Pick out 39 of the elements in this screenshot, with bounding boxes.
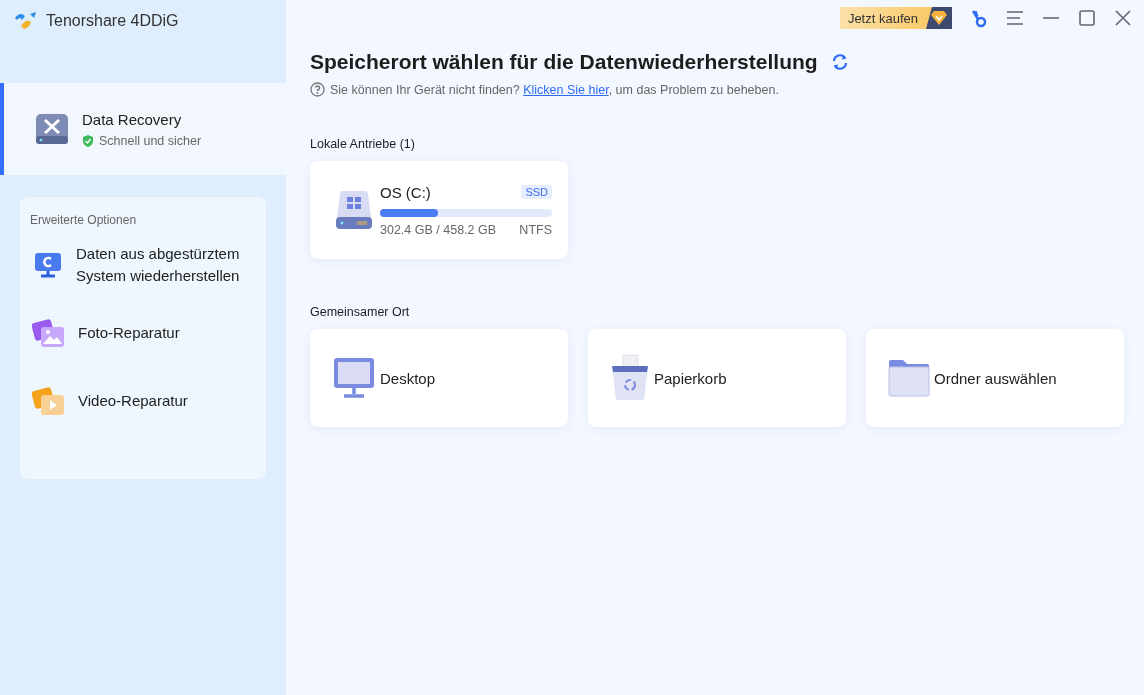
- file-system: NTFS: [519, 222, 552, 237]
- app-title: Tenorshare 4DDiG: [46, 12, 179, 30]
- monitor-icon: [332, 356, 376, 400]
- location-card[interactable]: Desktop: [310, 329, 568, 427]
- photo-icon: [32, 318, 66, 348]
- help-link[interactable]: Klicken Sie hier: [523, 82, 609, 97]
- buy-button[interactable]: Jetzt kaufen: [839, 7, 952, 29]
- drive-card[interactable]: OS (C:) SSD 302.4 GB / 458.2 GB NTFS: [310, 161, 568, 259]
- page-title: Speicherort wählen für die Datenwiederherstellung: [310, 50, 818, 74]
- menu-icon[interactable]: [1006, 10, 1024, 26]
- location-label: Papierkorb: [654, 369, 727, 387]
- close-icon[interactable]: [1114, 9, 1132, 27]
- shield-check-icon: [82, 134, 94, 147]
- location-card[interactable]: Ordner auswählen: [866, 329, 1124, 427]
- sidebar-item[interactable]: Daten aus abgestürztem System wiederherstellen: [20, 231, 266, 299]
- drive-usage: 302.4 GB / 458.2 GB: [380, 222, 497, 237]
- video-icon: [32, 386, 66, 416]
- diamond-icon: [930, 10, 948, 26]
- drive-name: OS (C:): [380, 183, 431, 201]
- location-label: Desktop: [380, 369, 436, 387]
- help-text: Sie können Ihr Gerät nicht finden? Klicken Sie hier, um das Problem zu beheben.: [330, 82, 779, 97]
- recycle-bin-icon: [610, 354, 650, 402]
- key-icon[interactable]: [970, 8, 988, 28]
- section-heading: Erweiterte Optionen: [29, 213, 138, 227]
- item-subtitle: Schnell und sicher: [99, 133, 202, 148]
- maximize-icon[interactable]: [1078, 9, 1096, 27]
- sidebar-item[interactable]: Data Recovery Schnell und sicher: [0, 83, 286, 175]
- drive-tools-icon: [34, 111, 70, 147]
- sidebar-item[interactable]: Video-Reparatur: [20, 367, 266, 435]
- folder-icon: [888, 358, 930, 398]
- monitor-refresh-icon: [32, 251, 64, 279]
- section-heading: Lokale Antriebe (1): [310, 137, 416, 151]
- section-heading: Gemeinsamer Ort: [310, 305, 411, 319]
- drive-type-tag: SSD: [521, 185, 552, 199]
- location-label: Ordner auswählen: [934, 369, 1057, 387]
- location-card[interactable]: Papierkorb: [588, 329, 846, 427]
- help-icon: [310, 82, 325, 97]
- sidebar-item[interactable]: Foto-Reparatur: [20, 299, 266, 367]
- item-title: Data Recovery: [82, 110, 183, 128]
